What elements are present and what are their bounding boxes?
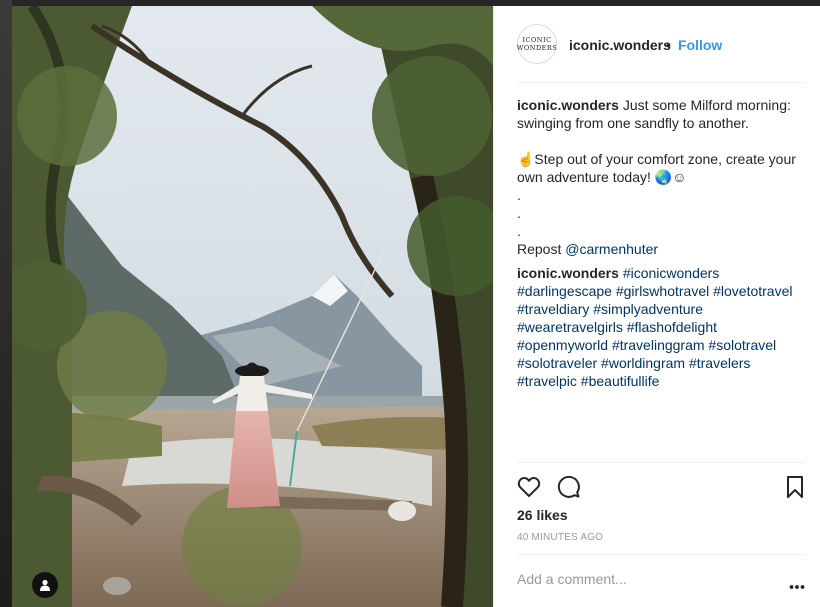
- user-tag-button[interactable]: [32, 572, 58, 598]
- post-header: ICONIC WONDERS iconic.wonders • Follow: [494, 6, 820, 82]
- bookmark-icon: [787, 476, 803, 498]
- action-bar: [517, 475, 807, 499]
- post-modal: ICONIC WONDERS iconic.wonders • Follow i…: [0, 0, 820, 607]
- save-button[interactable]: [783, 475, 807, 499]
- add-comment-input[interactable]: Add a comment...: [517, 571, 627, 587]
- more-options-button[interactable]: [789, 577, 805, 589]
- user-tag-icon: [40, 579, 50, 591]
- caption-line2: ☝Step out of your comfort zone, create y…: [517, 151, 796, 185]
- header-separator: •: [666, 37, 671, 53]
- comment-icon: [557, 475, 580, 498]
- comment-button[interactable]: [557, 475, 581, 499]
- header-username[interactable]: iconic.wonders: [569, 37, 671, 53]
- caption-dot-1: .: [517, 187, 521, 203]
- more-options-icon: [789, 585, 805, 589]
- comment-username[interactable]: iconic.wonders: [517, 265, 619, 281]
- caption-dot-3: .: [517, 223, 521, 239]
- caption: iconic.wonders Just some Milford morning…: [517, 96, 807, 258]
- comment-divider: [517, 554, 805, 555]
- repost-prefix: Repost: [517, 241, 566, 257]
- heart-icon: [517, 477, 541, 497]
- caption-dot-2: .: [517, 205, 521, 221]
- avatar[interactable]: ICONIC WONDERS: [517, 24, 557, 64]
- likes-count[interactable]: 26 likes: [517, 507, 568, 523]
- like-button[interactable]: [517, 475, 541, 499]
- avatar-text-line2: WONDERS: [516, 44, 558, 52]
- photo-scene: [12, 6, 493, 607]
- post-photo[interactable]: [12, 6, 493, 607]
- post-side-panel: ICONIC WONDERS iconic.wonders • Follow i…: [493, 6, 820, 607]
- repost-handle-link[interactable]: @carmenhuter: [565, 241, 658, 257]
- follow-button[interactable]: Follow: [678, 37, 722, 53]
- hashtag-comment: iconic.wonders #iconicwonders #darlinges…: [517, 264, 807, 390]
- background-strip: [0, 0, 12, 607]
- avatar-text-line1: ICONIC: [522, 36, 552, 44]
- caption-username[interactable]: iconic.wonders: [517, 97, 619, 113]
- actions-divider: [517, 462, 805, 463]
- post-timestamp[interactable]: 40 MINUTES AGO: [517, 532, 603, 543]
- header-divider: [517, 82, 805, 83]
- comment-hashtags[interactable]: #iconicwonders #darlingescape #girlswhot…: [517, 265, 793, 389]
